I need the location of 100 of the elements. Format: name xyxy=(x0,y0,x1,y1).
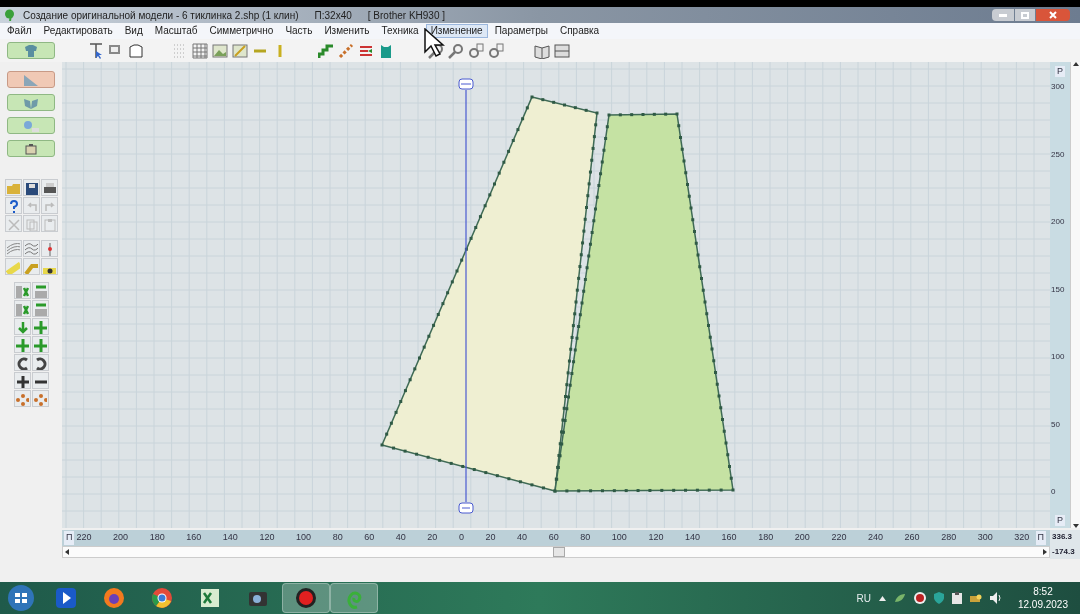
ruler-label: 180 xyxy=(758,531,774,545)
ruler-label: 60 xyxy=(364,531,375,545)
zoom-shape-icon[interactable] xyxy=(468,42,484,59)
cross-arrows-icon[interactable] xyxy=(33,319,47,334)
expand-width-icon[interactable] xyxy=(15,301,29,316)
ruler-mark: П xyxy=(1035,531,1046,545)
clipboard-icon[interactable] xyxy=(951,592,962,604)
ruler-label: 40 xyxy=(395,531,406,545)
diagonal-icon[interactable] xyxy=(338,42,354,59)
ruler-label: 260 xyxy=(904,531,920,545)
zoom-shape-icon[interactable] xyxy=(488,42,504,59)
shirt-icon xyxy=(23,43,39,58)
ruler-label: 280 xyxy=(941,531,957,545)
ruler-label: 100 xyxy=(611,531,627,545)
minimize-button[interactable] xyxy=(992,9,1014,21)
menu-item[interactable]: Часть xyxy=(280,24,318,38)
menu-item[interactable]: Справка xyxy=(554,24,605,38)
play-icon xyxy=(55,587,77,609)
ruler-mark: P xyxy=(1055,66,1065,77)
ruler-label: 120 xyxy=(648,531,664,545)
ruler-label: 140 xyxy=(685,531,701,545)
image-icon[interactable] xyxy=(212,42,228,59)
center-axis[interactable] xyxy=(458,78,474,514)
menu-item[interactable]: Параметры xyxy=(489,24,553,38)
maximize-button[interactable] xyxy=(1015,9,1035,21)
case-icon xyxy=(23,141,39,156)
ruler-label: 100 xyxy=(1051,352,1065,362)
arrow-down-icon[interactable] xyxy=(15,319,29,334)
expand-width-icon[interactable] xyxy=(15,283,29,298)
menu-item[interactable]: Редактировать xyxy=(38,24,118,38)
ruler-label: 20 xyxy=(427,531,438,545)
plus-icon[interactable] xyxy=(15,373,29,388)
horizontal-scrollbar[interactable] xyxy=(62,546,1050,558)
menu-item[interactable]: Симметрично xyxy=(204,24,279,38)
ruler-label: 150 xyxy=(1051,284,1065,295)
clock[interactable]: 8:52 12.09.2023 xyxy=(1017,585,1068,611)
ruler-mark: П xyxy=(64,531,75,545)
paste-icon[interactable] xyxy=(42,216,56,231)
nodes-icon[interactable] xyxy=(15,391,29,406)
language-indicator[interactable]: RU xyxy=(856,590,871,606)
ruler-label: 200 xyxy=(1051,217,1065,227)
lines-icon[interactable] xyxy=(6,241,20,256)
page-split-icon[interactable] xyxy=(554,42,570,59)
app-logo-icon xyxy=(4,9,15,21)
spreadsheet-icon xyxy=(199,587,221,609)
ruler-label: 0 xyxy=(1051,487,1056,497)
ruler-label: 0 xyxy=(458,531,464,545)
maximize-icon xyxy=(1021,11,1029,19)
menu-item[interactable]: Изменение xyxy=(425,24,488,38)
mode-button[interactable] xyxy=(7,94,55,111)
window-title: Создание оригинальной модели - 6 тиклинка 2.shp (1 клин) xyxy=(23,8,299,23)
book-icon[interactable] xyxy=(534,42,550,59)
chrome-icon xyxy=(151,587,173,609)
ruler-label: 160 xyxy=(721,531,737,545)
expand-height-icon[interactable] xyxy=(33,301,47,316)
speaker-icon[interactable] xyxy=(989,592,1002,604)
stairs-icon[interactable] xyxy=(318,42,334,59)
ruler-label: 40 xyxy=(517,531,528,545)
pattern-piece[interactable] xyxy=(380,95,599,493)
ruler-label: 20 xyxy=(485,531,496,545)
coordinate-readout: 336.3 xyxy=(1052,532,1074,543)
expand-height-icon[interactable] xyxy=(33,283,47,298)
pointer-icon[interactable] xyxy=(88,42,104,59)
machine-label: [ Brother KH930 ] xyxy=(367,8,446,23)
menu-item[interactable]: Масштаб xyxy=(149,24,203,38)
minimize-icon xyxy=(999,13,1007,17)
menu-item[interactable]: Вид xyxy=(119,24,148,38)
ruler-label: 320 xyxy=(1014,531,1030,545)
pattern-piece[interactable] xyxy=(553,112,735,493)
menu-item[interactable]: Техника xyxy=(376,24,424,38)
vertical-scrollbar[interactable] xyxy=(1070,62,1080,528)
mode-button[interactable] xyxy=(7,117,55,134)
tray-expand-icon[interactable] xyxy=(878,595,886,601)
mode-button[interactable] xyxy=(7,42,55,59)
taskbar-button[interactable] xyxy=(282,583,330,613)
scroll-right-icon xyxy=(1043,549,1047,555)
grid-icon[interactable] xyxy=(192,42,208,59)
image-edit-icon[interactable] xyxy=(232,42,248,59)
record-icon xyxy=(295,587,317,609)
ruler-label: 240 xyxy=(868,531,883,545)
rotate-left-icon[interactable] xyxy=(15,355,29,370)
menu-item[interactable]: Файл xyxy=(2,24,37,38)
ruler-label: 180 xyxy=(149,531,165,545)
clock-time: 8:52 xyxy=(1033,585,1053,598)
start-icon[interactable] xyxy=(8,585,34,611)
ruler-label: 220 xyxy=(831,531,847,545)
scroll-thumb[interactable] xyxy=(553,547,565,557)
ruler-label: 250 xyxy=(1051,149,1065,160)
close-button[interactable] xyxy=(1036,9,1070,21)
leaf-icon[interactable] xyxy=(893,593,906,603)
mode-button[interactable] xyxy=(7,140,55,157)
close-icon xyxy=(1049,11,1057,19)
menu-item[interactable]: Изменить xyxy=(319,24,375,38)
ruler-mark: P xyxy=(1055,515,1065,526)
printer-icon[interactable] xyxy=(42,180,56,195)
nodes-icon[interactable] xyxy=(33,391,47,406)
record-icon[interactable] xyxy=(913,592,926,604)
shield-icon[interactable] xyxy=(933,592,944,604)
vest-icon[interactable] xyxy=(378,42,394,59)
mode-button[interactable] xyxy=(7,71,55,88)
